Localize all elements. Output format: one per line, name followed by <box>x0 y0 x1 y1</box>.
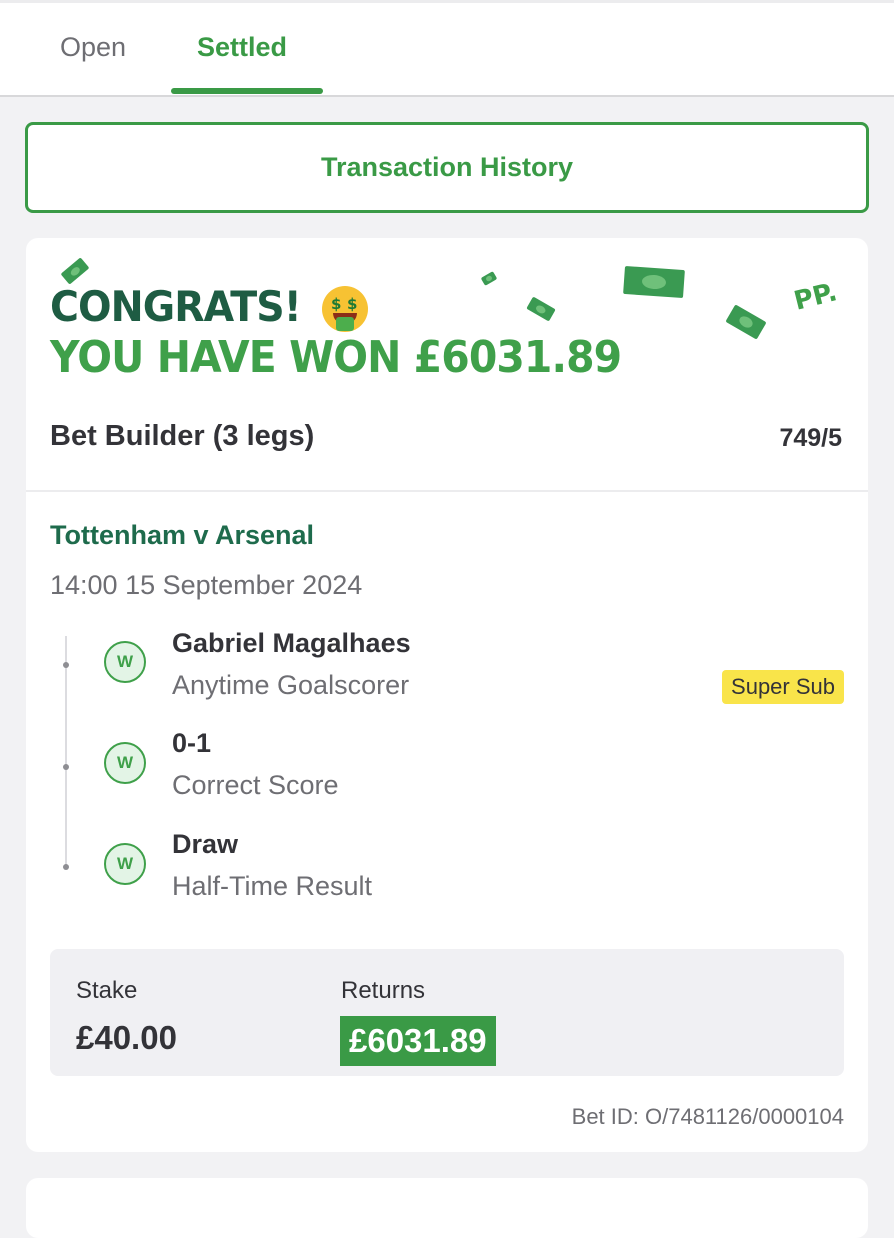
money-note-icon <box>60 257 90 285</box>
match-datetime: 14:00 15 September 2024 <box>50 570 363 600</box>
returns-amount: £6031.89 <box>340 1016 496 1066</box>
card-divider <box>26 490 868 492</box>
bet-type-label: Bet Builder (3 legs) <box>50 420 315 452</box>
leg-selection: 0-1 <box>172 728 212 758</box>
money-note-icon <box>526 296 556 322</box>
top-divider <box>0 0 894 3</box>
tab-settled[interactable]: Settled <box>197 30 287 64</box>
bet-id: Bet ID: O/7481126/0000104 <box>571 1104 844 1129</box>
leg-selection: Gabriel Magalhaes <box>172 628 411 658</box>
settled-bet-card: PP. CONGRATS! $ $ YOU HAVE WON £6031.89 B… <box>26 238 868 1152</box>
win-badge-icon: W <box>104 641 146 683</box>
stake-label: Stake <box>76 977 138 1004</box>
leg-market: Half-Time Result <box>172 871 373 901</box>
win-badge-icon: W <box>104 742 146 784</box>
leg-selection: Draw <box>172 829 239 859</box>
timeline-dot <box>63 864 69 870</box>
tab-open[interactable]: Open <box>60 30 126 64</box>
brand-logo: PP. <box>791 277 841 317</box>
returns-label: Returns <box>341 977 426 1004</box>
money-mouth-face-icon: $ $ <box>322 286 368 332</box>
congrats-headline: CONGRATS! <box>50 282 302 331</box>
money-note-icon <box>480 271 498 286</box>
timeline-dot <box>63 764 69 770</box>
win-badge-icon: W <box>104 843 146 885</box>
money-note-icon <box>623 265 685 299</box>
legs-timeline <box>65 636 67 866</box>
money-note-icon <box>725 304 767 340</box>
stake-returns-summary: Stake Returns £40.00 £6031.89 <box>50 949 844 1076</box>
super-sub-badge: Super Sub <box>722 670 844 704</box>
active-tab-indicator <box>171 88 323 94</box>
winnings-headline: YOU HAVE WON £6031.89 <box>50 332 622 383</box>
leg-market: Correct Score <box>172 770 339 800</box>
stake-amount: £40.00 <box>76 1019 177 1056</box>
next-bet-card <box>26 1178 868 1238</box>
bet-odds: 749/5 <box>779 424 842 452</box>
bet-status-tabs: Open Settled <box>0 0 894 97</box>
match-title[interactable]: Tottenham v Arsenal <box>50 520 314 551</box>
timeline-dot <box>63 662 69 668</box>
transaction-history-button[interactable]: Transaction History <box>25 122 869 213</box>
leg-market: Anytime Goalscorer <box>172 670 410 700</box>
